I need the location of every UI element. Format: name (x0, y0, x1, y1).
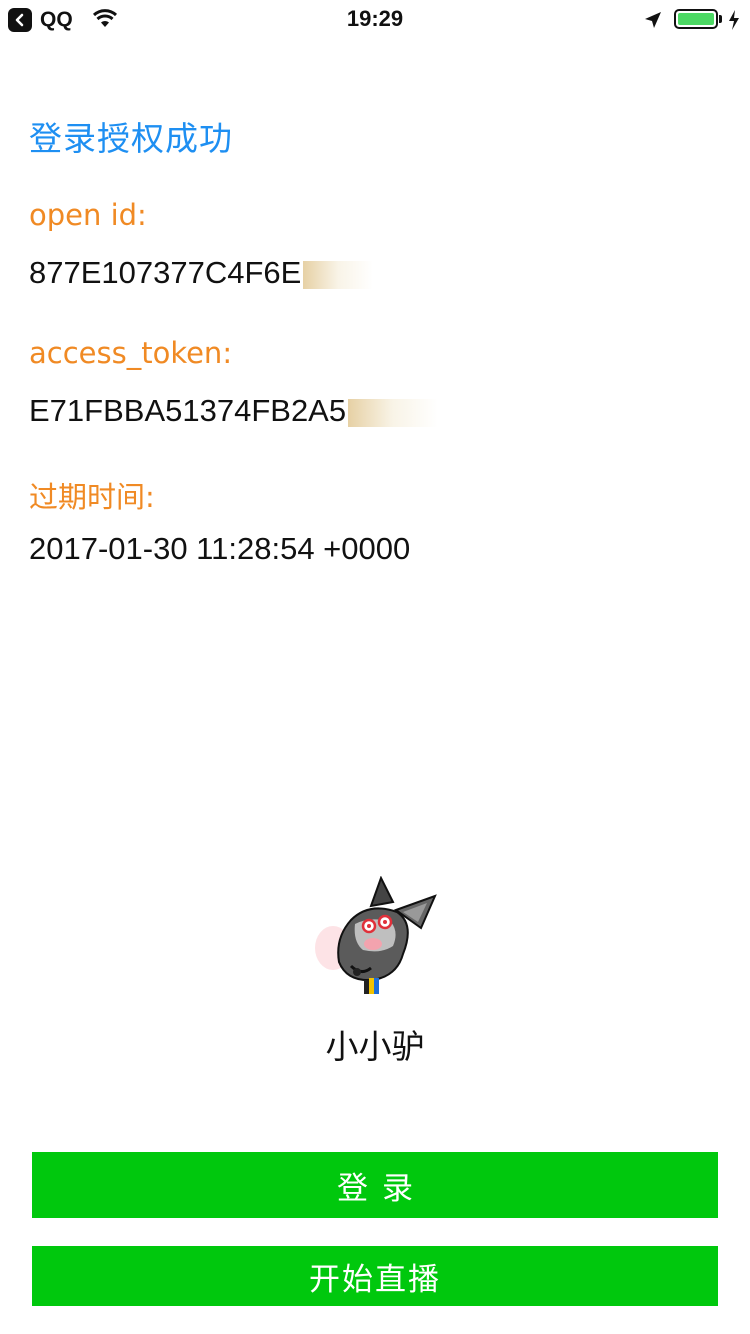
battery-icon (674, 9, 718, 29)
access-token-label: access_token: (29, 336, 233, 370)
battery-cap (719, 15, 722, 23)
redaction-mask (303, 260, 374, 289)
open-id-value: 877E107377C4F6E (29, 255, 302, 290)
status-bar: QQ 19:29 (0, 0, 750, 40)
access-token-value: E71FBBA51374FB2A5 (29, 393, 347, 428)
open-id-label: open id: (29, 198, 147, 232)
location-arrow-icon (645, 12, 661, 28)
open-id-value-row: 877E107377C4F6E (29, 255, 374, 291)
login-button[interactable]: 登录 (32, 1152, 718, 1218)
status-time: 19:29 (346, 6, 404, 31)
battery-level (678, 13, 714, 25)
avatar (315, 876, 437, 994)
nickname: 小小驴 (325, 1027, 425, 1066)
redaction-mask (348, 398, 439, 427)
charging-bolt-icon (729, 10, 739, 30)
expire-time-value: 2017-01-30 11:28:54 +0000 (29, 531, 411, 566)
access-token-value-row: E71FBBA51374FB2A5 (29, 393, 439, 429)
start-live-button[interactable]: 开始直播 (32, 1246, 718, 1306)
expire-time-label: 过期时间: (29, 480, 155, 514)
page-title: 登录授权成功 (29, 119, 233, 158)
